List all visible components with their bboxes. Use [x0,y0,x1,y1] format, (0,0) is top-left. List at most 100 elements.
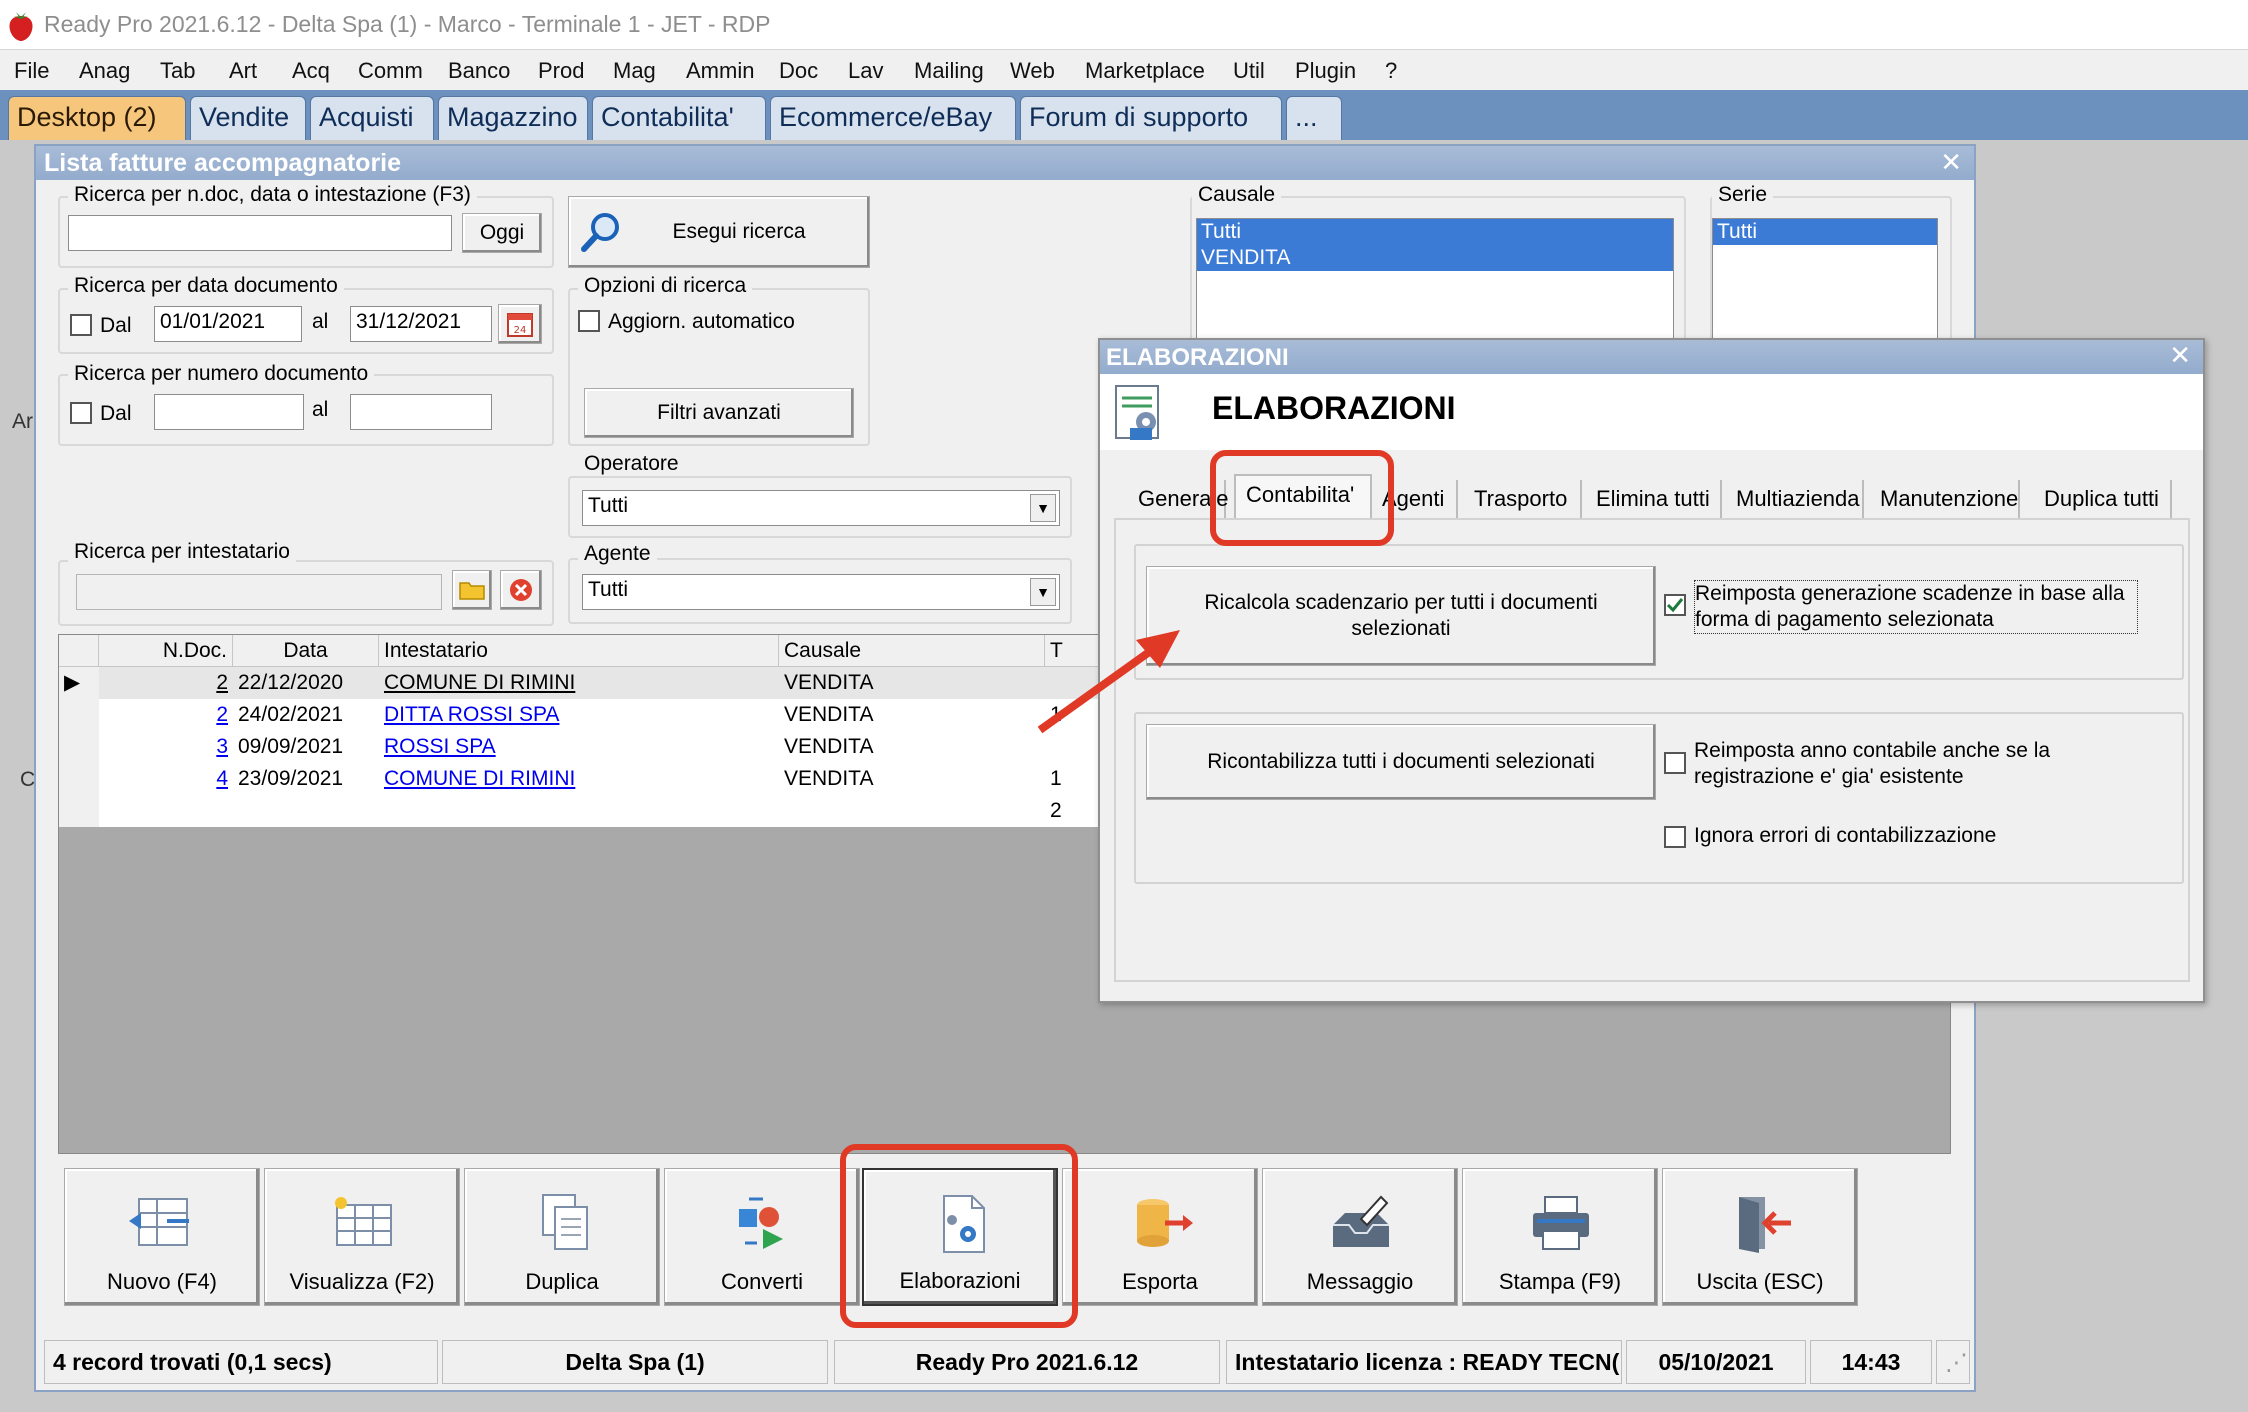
causale-listbox[interactable]: Tutti VENDITA [1196,218,1674,340]
date-to-input[interactable]: 31/12/2021 [350,306,492,342]
menu-util[interactable]: Util [1233,58,1265,84]
browse-holder-button[interactable] [452,570,492,610]
folder-icon [459,582,485,600]
duplicate-button[interactable]: Duplica [464,1168,660,1306]
table-cell[interactable]: 2 [99,699,233,731]
oggi-button[interactable]: Oggi [462,213,542,253]
recount-button[interactable]: Ricontabilizza tutti i documenti selezio… [1146,724,1656,800]
menu-mailing[interactable]: Mailing [914,58,984,84]
table-cell[interactable]: COMUNE DI RIMINI [379,667,779,699]
tab-magazzino[interactable]: Magazzino [438,96,588,140]
tab-trasporto[interactable]: Trasporto [1464,480,1582,518]
exit-button-label: Uscita (ESC) [1696,1269,1824,1294]
menu-anag[interactable]: Anag [79,58,130,84]
close-icon[interactable]: ✕ [1940,147,1962,178]
chevron-down-icon[interactable]: ▼ [1030,578,1056,606]
recalc-schedule-button[interactable]: Ricalcola scadenzario per tutti i docume… [1146,566,1656,666]
print-button[interactable]: Stampa (F9) [1462,1168,1658,1306]
quick-search-input[interactable] [68,215,452,251]
new-button[interactable]: Nuovo (F4) [64,1168,260,1306]
menu-mag[interactable]: Mag [613,58,656,84]
tab-contabilita[interactable]: Contabilita' [592,96,766,140]
convert-icon [739,1197,783,1249]
column-header[interactable]: Intestatario [379,635,779,667]
menu-banco[interactable]: Banco [448,58,510,84]
tab-ecommerce-ebay[interactable]: Ecommerce/eBay [770,96,1016,140]
auto-update-checkbox[interactable] [578,310,600,332]
tab-duplica-tutti[interactable]: Duplica tutti [2034,480,2172,518]
close-icon[interactable]: ✕ [2169,340,2191,371]
number-to-input[interactable] [350,394,492,430]
tab-elimina-tutti[interactable]: Elimina tutti [1586,480,1722,518]
ignore-errors-checkbox[interactable] [1664,826,1686,848]
table-cell[interactable]: 4 [99,763,233,795]
serie-listbox[interactable]: Tutti [1712,218,1938,340]
dialog-heading: ELABORAZIONI [1212,390,1456,426]
advanced-filters-button[interactable]: Filtri avanzati [584,388,854,438]
dialog-title-bar: ELABORAZIONI ✕ [1100,340,2203,374]
number-from-input[interactable] [154,394,304,430]
number-from-checkbox[interactable] [70,402,92,424]
reset-due-checkbox[interactable] [1664,594,1686,616]
tab-acquisti[interactable]: Acquisti [310,96,434,140]
operator-select[interactable]: Tutti [582,490,1060,526]
menu-comm[interactable]: Comm [358,58,423,84]
menu-web[interactable]: Web [1010,58,1055,84]
menu-marketplace[interactable]: Marketplace [1085,58,1205,84]
causale-label: Causale [1192,183,1282,207]
menu-ammin[interactable]: Ammin [686,58,754,84]
menu-file[interactable]: File [14,58,49,84]
holder-input[interactable] [76,574,442,610]
table-cell: VENDITA [779,667,1045,699]
column-header[interactable]: Causale [779,635,1045,667]
menu-doc[interactable]: Doc [779,58,818,84]
list-item[interactable]: Tutti [1197,219,1673,245]
date-from-input[interactable]: 01/01/2021 [154,306,302,342]
checkmark-icon [1666,598,1684,613]
status-company: Delta Spa (1) [442,1340,828,1384]
reset-year-checkbox[interactable] [1664,752,1686,774]
tab-forum-supporto[interactable]: Forum di supporto [1020,96,1282,140]
table-cell[interactable]: ROSSI SPA [379,731,779,763]
calendar-button[interactable]: 24 [498,304,542,344]
menu-plugin[interactable]: Plugin [1295,58,1356,84]
row-indicator: ▶ [59,667,99,699]
chevron-down-icon[interactable]: ▼ [1030,494,1056,522]
column-header[interactable]: Data [233,635,379,667]
menu-art[interactable]: Art [229,58,257,84]
clear-holder-button[interactable] [500,570,542,610]
tab-more[interactable]: ... [1286,96,1342,140]
al-label: al [312,398,329,421]
grid-corner [59,635,99,667]
menu-tab[interactable]: Tab [160,58,195,84]
svg-text:24: 24 [514,325,527,336]
table-cell[interactable]: 3 [99,731,233,763]
resize-grip-icon[interactable]: ⋰ [1936,1340,1970,1384]
agent-select[interactable]: Tutti [582,574,1060,610]
tab-multiazienda[interactable]: Multiazienda [1726,480,1864,518]
exit-button[interactable]: Uscita (ESC) [1662,1168,1858,1306]
export-button[interactable]: Esporta [1062,1168,1258,1306]
message-button[interactable]: Messaggio [1262,1168,1458,1306]
agent-label: Agente [578,542,657,566]
tab-vendite[interactable]: Vendite [190,96,306,140]
view-button[interactable]: Visualizza (F2) [264,1168,460,1306]
menu-acq[interactable]: Acq [292,58,330,84]
column-header[interactable]: N.Doc. [99,635,233,667]
table-cell[interactable]: COMUNE DI RIMINI [379,763,779,795]
menu-prod[interactable]: Prod [538,58,584,84]
tab-manutenzione[interactable]: Manutenzione [1870,480,2020,518]
menu-help[interactable]: ? [1385,58,1397,84]
run-search-button[interactable]: Esegui ricerca [568,196,870,268]
list-item[interactable]: Tutti [1713,219,1937,245]
list-item[interactable]: VENDITA [1197,245,1673,271]
serie-label: Serie [1712,183,1774,207]
grid-empty-row [99,795,1105,827]
table-cell[interactable]: 2 [99,667,233,699]
status-date: 05/10/2021 [1626,1340,1806,1384]
menu-lav[interactable]: Lav [848,58,883,84]
table-cell[interactable]: DITTA ROSSI SPA [379,699,779,731]
tab-desktop[interactable]: Desktop (2) [8,96,186,140]
date-from-checkbox[interactable] [70,314,92,336]
convert-button[interactable]: Converti [664,1168,860,1306]
